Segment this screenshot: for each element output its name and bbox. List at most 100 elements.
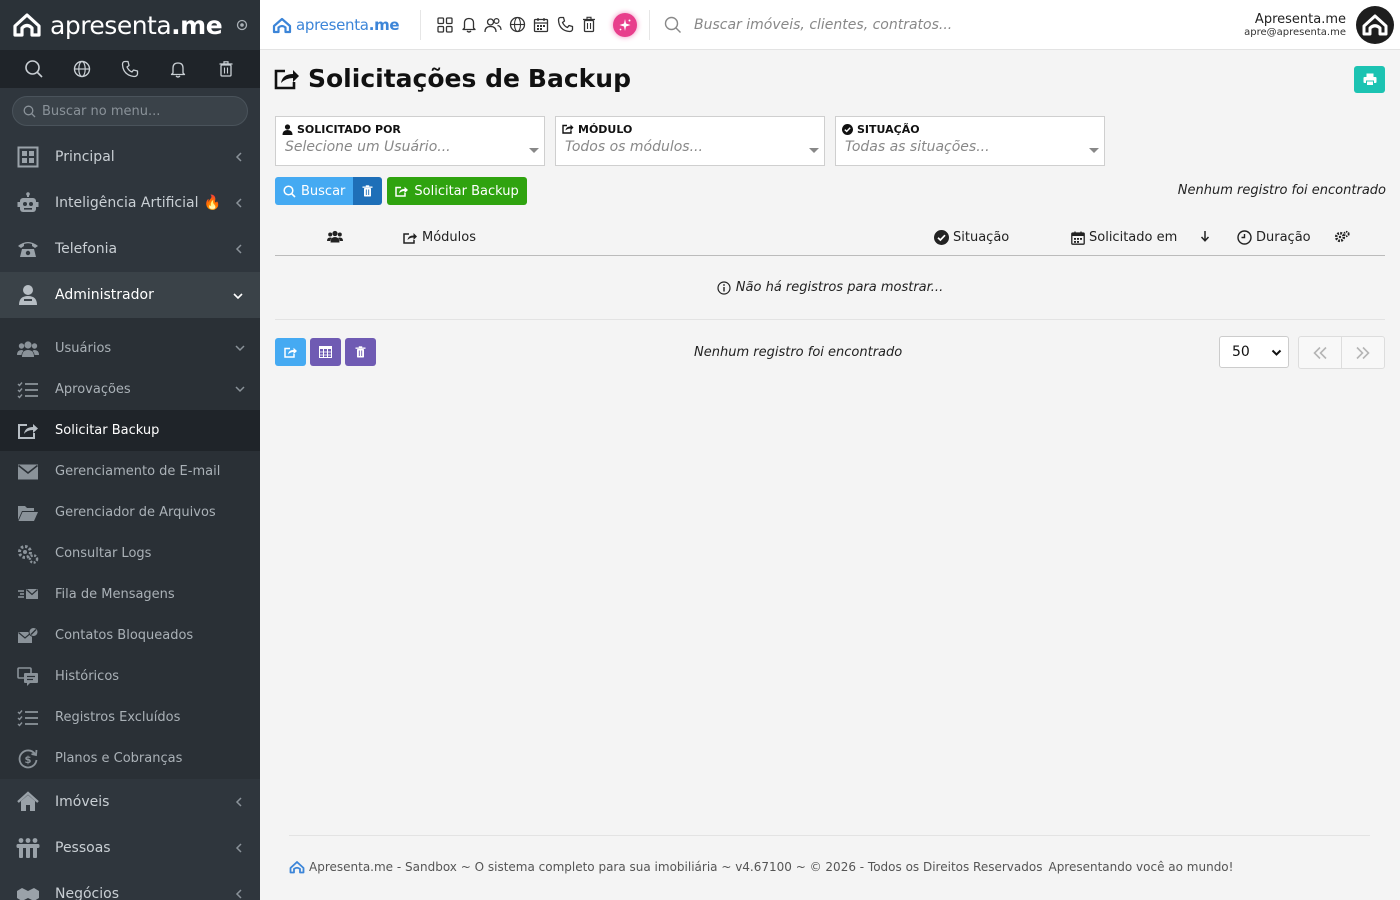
col-users[interactable] (327, 230, 347, 243)
globe-icon[interactable] (505, 13, 529, 37)
sidebar-item-principal[interactable]: Principal (0, 134, 260, 180)
sidebar-item-usuarios[interactable]: Usuários (0, 328, 260, 369)
sidebar-item-planos-cobrancas[interactable]: $ Planos e Cobranças (0, 738, 260, 779)
calendar-icon[interactable] (529, 13, 553, 37)
page-footer: Apresenta.me - Sandbox ~ O sistema compl… (289, 835, 1370, 874)
col-modules-label: Módulos (422, 230, 476, 245)
ai-assistant-button[interactable] (613, 12, 637, 37)
admin-user-icon (16, 283, 40, 307)
sidebar-item-label: Gerenciador de Arquivos (55, 505, 216, 520)
gears-icon (16, 542, 40, 566)
sidebar-search (0, 88, 260, 134)
trash-icon (355, 346, 366, 358)
search-icon[interactable] (23, 58, 45, 80)
sidebar-item-solicitar-backup[interactable]: Solicitar Backup (0, 410, 260, 451)
previous-page-button[interactable] (1299, 337, 1342, 368)
filter-label: SOLICITADO POR (297, 122, 401, 136)
chevron-left-icon (235, 198, 242, 208)
sidebar-item-contatos-bloqueados[interactable]: Contatos Bloqueados (0, 615, 260, 656)
people-icon (16, 836, 40, 860)
table-settings-button[interactable] (1334, 230, 1354, 244)
trash-icon[interactable] (577, 13, 601, 37)
arrow-down-icon (1200, 231, 1210, 242)
bell-icon[interactable] (457, 13, 481, 37)
request-backup-button[interactable]: Solicitar Backup (387, 177, 527, 205)
telephone-icon (16, 237, 40, 261)
topbar-brand[interactable]: apresenta.me (260, 16, 420, 34)
sidebar-item-fila-mensagens[interactable]: Fila de Mensagens (0, 574, 260, 615)
sort-desc-button[interactable] (1200, 230, 1214, 242)
sidebar-item-imoveis[interactable]: Imóveis (0, 779, 260, 825)
search-button-label: Buscar (301, 183, 346, 199)
sidebar-search-input[interactable] (42, 103, 242, 119)
col-modules[interactable]: Módulos (403, 230, 476, 245)
sidebar-item-arquivos[interactable]: Gerenciador de Arquivos (0, 492, 260, 533)
admin-submenu: Usuários Aprovações Solicitar Backup Ger… (0, 318, 260, 779)
table-footer: Nenhum registro foi encontrado 50 (275, 336, 1385, 369)
phone-icon[interactable] (553, 13, 577, 37)
sidebar-item-telefonia[interactable]: Telefonia (0, 226, 260, 272)
topbar-brand-text: apresenta.me (296, 15, 400, 34)
handshake-icon (16, 882, 40, 900)
phone-icon[interactable] (119, 58, 141, 80)
delete-selected-button[interactable] (345, 338, 376, 366)
history-comments-icon (16, 665, 40, 689)
sidebar-item-aprovacoes[interactable]: Aprovações (0, 369, 260, 410)
sidebar: apresenta.me Principal (0, 0, 260, 900)
search-button[interactable]: Buscar (275, 177, 354, 205)
sidebar-item-negocios[interactable]: Negócios (0, 871, 260, 900)
dashboard-icon (16, 145, 40, 169)
sidebar-item-registros-excluidos[interactable]: Registros Excluídos (0, 697, 260, 738)
sparkle-icon (619, 18, 631, 31)
share-square-icon (395, 186, 409, 197)
sidebar-brand[interactable]: apresenta.me (0, 0, 260, 50)
global-search (664, 16, 1244, 34)
col-requested-at[interactable]: Solicitado em (1071, 230, 1177, 245)
sidebar-item-label: Planos e Cobranças (55, 751, 183, 766)
global-search-input[interactable] (694, 16, 1114, 33)
topbar-shortcuts (420, 9, 650, 40)
search-icon (23, 105, 36, 117)
sidebar-item-label: Aprovações (55, 382, 131, 397)
users-icon[interactable] (481, 13, 505, 37)
apps-grid-icon[interactable] (433, 13, 457, 37)
sidebar-item-ai[interactable]: Inteligência Artificial 🔥 (0, 180, 260, 226)
sidebar-item-label: Pessoas (55, 840, 111, 856)
double-chevron-left-icon (1313, 346, 1327, 359)
columns-icon (319, 346, 332, 358)
filter-placeholder: Selecione um Usuário... (285, 139, 451, 155)
sidebar-item-logs[interactable]: Consultar Logs (0, 533, 260, 574)
sidebar-item-administrador[interactable]: Administrador (0, 272, 260, 318)
export-button[interactable] (275, 338, 306, 366)
chevron-left-icon (235, 152, 242, 162)
target-icon[interactable] (236, 19, 248, 31)
globe-icon[interactable] (71, 58, 93, 80)
chevron-left-icon (235, 889, 242, 899)
col-status[interactable]: Situação (934, 230, 1009, 245)
filter-solicitado-por[interactable]: SOLICITADO POR Selecione um Usuário... (275, 116, 545, 166)
next-page-button[interactable] (1342, 337, 1384, 368)
filter-situacao[interactable]: SITUAÇÃO Todas as situações... (835, 116, 1105, 166)
sidebar-item-pessoas[interactable]: Pessoas (0, 825, 260, 871)
main-content: Solicitações de Backup SOLICITADO POR Se… (260, 50, 1400, 900)
columns-button[interactable] (310, 338, 341, 366)
filter-modulo[interactable]: MÓDULO Todos os módulos... (555, 116, 825, 166)
sidebar-item-email[interactable]: Gerenciamento de E-mail (0, 451, 260, 492)
home-icon (16, 790, 40, 814)
print-icon (1363, 73, 1376, 86)
trash-icon[interactable] (215, 58, 237, 80)
print-button[interactable] (1354, 66, 1385, 93)
clear-filters-button[interactable] (353, 177, 383, 205)
per-page-select[interactable]: 50 (1219, 336, 1289, 368)
blocked-contact-icon (16, 624, 40, 648)
col-duration[interactable]: Duração (1237, 230, 1311, 245)
avatar[interactable] (1356, 5, 1394, 44)
sidebar-item-label: Consultar Logs (55, 546, 152, 561)
sidebar-item-label: Fila de Mensagens (55, 587, 175, 602)
user-info[interactable]: Apresenta.me apre@apresenta.me (1244, 12, 1346, 38)
bell-icon[interactable] (167, 58, 189, 80)
sidebar-item-label: Imóveis (55, 794, 110, 810)
share-square-icon (16, 419, 40, 443)
user-name: Apresenta.me (1254, 11, 1346, 27)
sidebar-item-historicos[interactable]: Históricos (0, 656, 260, 697)
